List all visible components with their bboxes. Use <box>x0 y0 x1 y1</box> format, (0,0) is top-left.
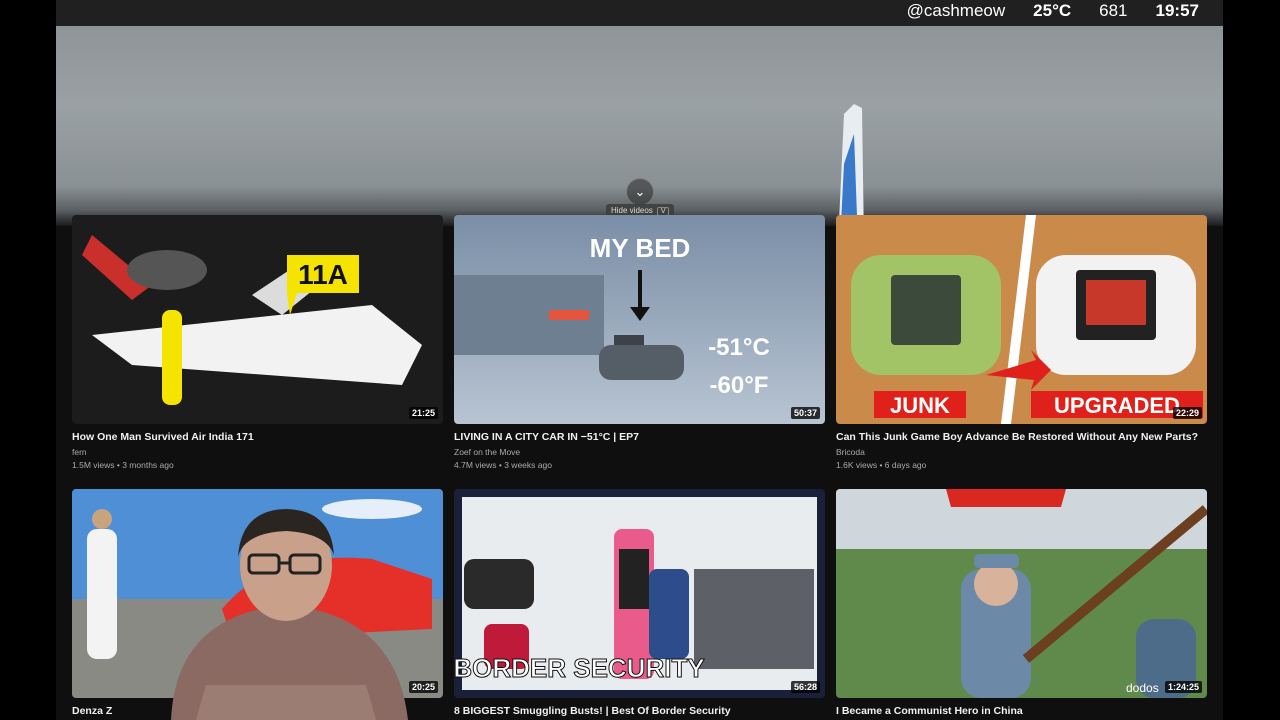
video-duration: 22:29 <box>1172 407 1202 419</box>
webcam-overlay <box>171 509 408 720</box>
video-card[interactable]: dodos 1:24:25 I Became a Communist Hero … <box>836 489 1207 717</box>
video-title[interactable]: 8 BIGGEST Smuggling Busts! | Best Of Bor… <box>454 705 825 717</box>
channel-name[interactable]: Zoef on the Move <box>454 447 825 457</box>
thumbnail-text: JUNK <box>890 393 950 418</box>
video-thumbnail[interactable]: dodos 1:24:25 <box>836 489 1207 698</box>
video-duration: 50:37 <box>790 407 820 419</box>
video-title[interactable]: Can This Junk Game Boy Advance Be Restor… <box>836 431 1207 443</box>
video-thumbnail[interactable]: MY BED -51°C -60°F 50:37 <box>454 215 825 424</box>
video-card[interactable]: JUNK UPGRADED 22:29 Can This Junk Game B… <box>836 215 1207 470</box>
thumbnail-text: 11A <box>298 259 348 290</box>
app-window: @cashmeow 25°C 681 19:57 ⌄ Hide videosV <box>56 0 1223 720</box>
video-meta: 1.5M views • 3 months ago <box>72 460 174 470</box>
thumbnail-text: dodos <box>1126 681 1159 695</box>
video-duration: 56:28 <box>790 681 820 693</box>
video-card[interactable]: 11A 21:25 How One Man Survived Air India… <box>72 215 443 470</box>
stream-overlay: @cashmeow 25°C 681 19:57 <box>907 0 1199 22</box>
video-meta: 1.6K views • 6 days ago <box>836 460 927 470</box>
thumbnail-text: -60°F <box>710 372 769 399</box>
thumbnail-text: UPGRADED <box>1054 393 1180 418</box>
tooltip-label: Hide videos <box>611 206 653 215</box>
chevron-down-icon: ⌄ <box>634 184 646 199</box>
handle-text: @cashmeow <box>906 1 1006 20</box>
count-text: 681 <box>1099 1 1128 20</box>
thumbnail-text: BORDER SECURITY <box>454 653 705 683</box>
video-duration: 1:24:25 <box>1164 681 1202 693</box>
video-card[interactable]: BORDER SECURITY 56:28 8 BIGGEST Smugglin… <box>454 489 825 717</box>
hero-video-background: ⌄ Hide videos V <box>56 26 1223 244</box>
temperature-text: 25°C <box>1033 1 1072 20</box>
video-card[interactable]: MY BED -51°C -60°F 50:37 LIVING IN A CIT… <box>454 215 825 470</box>
video-thumbnail[interactable]: 11A 21:25 <box>72 215 443 424</box>
video-duration: 21:25 <box>408 407 438 419</box>
thumbnail-text: -51°C <box>708 334 770 361</box>
channel-name[interactable]: Bricoda <box>836 447 1207 457</box>
clock-text: 19:57 <box>1155 1 1199 20</box>
video-meta: 4.7M views • 3 weeks ago <box>454 460 552 470</box>
video-title[interactable]: LIVING IN A CITY CAR IN −51°C | EP7 <box>454 431 825 443</box>
video-title[interactable]: How One Man Survived Air India 171 <box>72 431 443 443</box>
top-bar: @cashmeow 25°C 681 19:57 <box>56 0 1223 26</box>
video-thumbnail[interactable]: JUNK UPGRADED 22:29 <box>836 215 1207 424</box>
hide-videos-button[interactable]: ⌄ <box>626 178 654 206</box>
channel-name[interactable]: fern <box>72 447 443 457</box>
video-thumbnail[interactable]: BORDER SECURITY 56:28 <box>454 489 825 698</box>
thumbnail-text: MY BED <box>590 233 691 263</box>
video-title[interactable]: I Became a Communist Hero in China <box>836 705 1207 717</box>
